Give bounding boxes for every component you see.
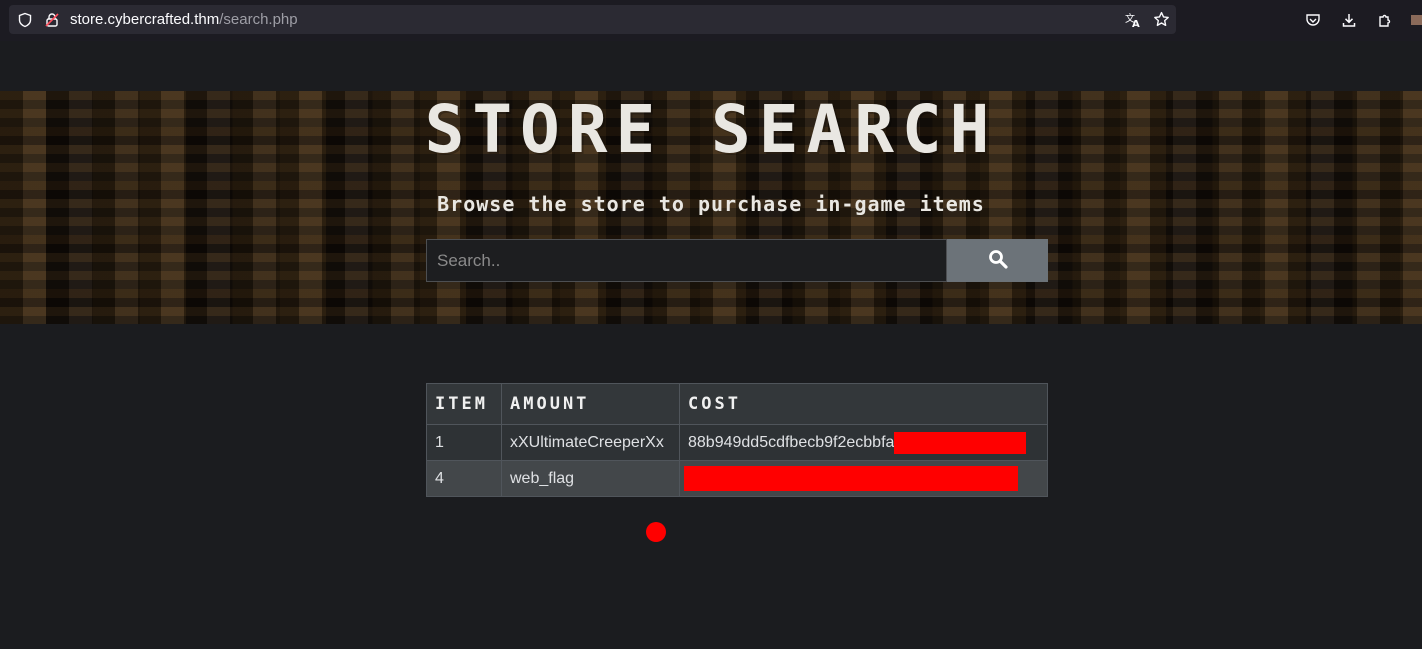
downloads-icon[interactable] [1337,8,1361,32]
search-icon [988,249,1008,272]
table-row: 1 xXUltimateCreeperXx 88b949dd5cdfbecb9f… [426,424,1048,461]
url-text[interactable]: store.cybercrafted.thm/search.php [70,5,298,34]
bookmark-star-icon[interactable] [1151,5,1171,34]
search-input[interactable] [426,239,947,282]
page-top-strip [0,41,1422,91]
cell-amount: xXUltimateCreeperXx [501,424,680,461]
table-row: 4 web_flag [426,460,1048,497]
svg-text:A: A [1132,19,1140,29]
redaction-box [684,466,1018,491]
shield-icon[interactable] [15,5,35,34]
cell-item: 4 [426,460,502,497]
column-header-cost: COST [679,383,1048,425]
pocket-icon[interactable] [1301,8,1325,32]
translate-icon[interactable]: 文A [1123,5,1143,34]
results-table: ITEM AMOUNT COST 1 xXUltimateCreeperXx 8… [426,383,1048,497]
browser-toolbar: store.cybercrafted.thm/search.php 文A [0,0,1422,41]
insecure-lock-icon[interactable] [42,5,62,34]
cell-amount: web_flag [501,460,680,497]
account-avatar-icon[interactable] [1410,8,1422,32]
cursor-dot [646,522,666,542]
cost-text: 88b949dd5cdfbecb9f2ecbbfa [688,433,895,451]
cell-item: 1 [426,424,502,461]
page-subtitle: Browse the store to purchase in-game ite… [437,192,985,216]
column-header-amount: AMOUNT [501,383,680,425]
page-title: STORE SEARCH [424,91,998,168]
cell-cost: 88b949dd5cdfbecb9f2ecbbfa [679,424,1048,461]
column-header-item: ITEM [426,383,502,425]
redaction-box [894,431,1027,454]
hero-banner: STORE SEARCH Browse the store to purchas… [0,91,1422,324]
address-bar[interactable]: store.cybercrafted.thm/search.php 文A [9,5,1176,34]
search-button[interactable] [947,239,1048,282]
cell-cost [679,460,1048,497]
table-header-row: ITEM AMOUNT COST [426,383,1048,425]
extensions-icon[interactable] [1373,8,1397,32]
url-host: store.cybercrafted.thm [70,11,220,28]
url-path: /search.php [219,11,298,28]
